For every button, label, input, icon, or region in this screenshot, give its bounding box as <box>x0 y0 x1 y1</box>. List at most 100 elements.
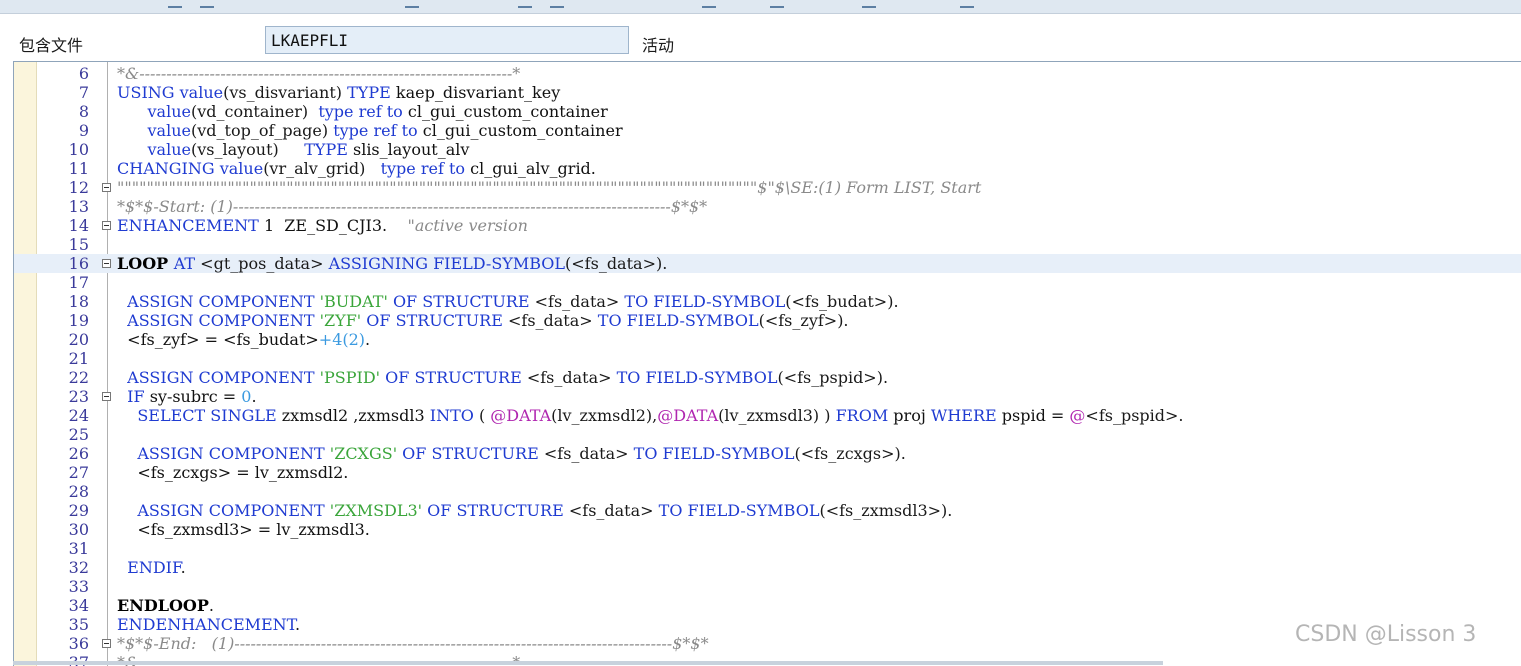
line-number: 23 <box>68 387 89 406</box>
watermark: CSDN @Lisson 3 <box>1295 622 1477 647</box>
fold-toggle-icon[interactable] <box>102 183 111 192</box>
code-text: *$*$-Start: (1)-------------------------… <box>117 197 708 216</box>
code-line[interactable]: 11 CHANGING value(vr_alv_grid) type ref t… <box>14 159 1521 178</box>
code-line[interactable]: 32 ENDIF. <box>14 558 1521 577</box>
code-line[interactable]: 28 <box>14 482 1521 501</box>
line-number: 36 <box>68 634 89 653</box>
code-line[interactable]: 29 ASSIGN COMPONENT 'ZXMSDL3' OF STRUCTU… <box>14 501 1521 520</box>
line-number: 16 <box>68 254 89 273</box>
line-number: 15 <box>68 235 89 254</box>
line-number: 8 <box>78 102 89 121</box>
line-number: 27 <box>68 463 89 482</box>
code-text: value(vs_layout) TYPE slis_layout_alv <box>147 140 470 159</box>
code-line[interactable]: 25 <box>14 425 1521 444</box>
code-line[interactable]: 14 ENHANCEMENT 1 ZE_SD_CJI3. "active vers… <box>14 216 1521 235</box>
code-line[interactable]: 18 ASSIGN COMPONENT 'BUDAT' OF STRUCTURE… <box>14 292 1521 311</box>
code-line[interactable]: 21 <box>14 349 1521 368</box>
code-line[interactable]: 31 <box>14 539 1521 558</box>
code-text: <fs_zyf> = <fs_budat>+4(2). <box>117 330 371 349</box>
code-line[interactable]: 15 <box>14 235 1521 254</box>
line-number: 7 <box>78 83 89 102</box>
line-number: 9 <box>78 121 89 140</box>
line-number: 22 <box>68 368 89 387</box>
line-number: 17 <box>68 273 89 292</box>
line-number: 25 <box>68 425 89 444</box>
code-text: ENDENHANCEMENT. <box>117 615 301 634</box>
code-text: value(vd_container) type ref to cl_gui_c… <box>147 102 608 121</box>
line-number: 28 <box>68 482 89 501</box>
toolbar-button-icon[interactable] <box>770 0 784 8</box>
code-line[interactable]: 17 <box>14 273 1521 292</box>
code-line[interactable]: 24 SELECT SINGLE zxmsdl2 ,zxmsdl3 INTO (… <box>14 406 1521 425</box>
abap-code-editor[interactable]: 6 *&-------------------------------------… <box>13 61 1521 666</box>
toolbar-button-icon[interactable] <box>862 0 876 8</box>
code-text: ASSIGN COMPONENT 'ZXMSDL3' OF STRUCTURE … <box>137 501 953 520</box>
code-text: ENDLOOP. <box>117 596 214 615</box>
code-line[interactable]: 23 IF sy-subrc = 0. <box>14 387 1521 406</box>
horizontal-scrollbar[interactable] <box>13 661 1163 665</box>
toolbar-button-icon[interactable] <box>405 0 419 8</box>
code-line[interactable]: 9 value(vd_top_of_page) type ref to cl_g… <box>14 121 1521 140</box>
code-line[interactable]: 22 ASSIGN COMPONENT 'PSPID' OF STRUCTURE… <box>14 368 1521 387</box>
line-number: 21 <box>68 349 89 368</box>
code-line[interactable]: 27 <fs_zcxgs> = lv_zxmsdl2. <box>14 463 1521 482</box>
line-number: 33 <box>68 577 89 596</box>
include-label: 包含文件 <box>19 36 84 55</box>
code-line[interactable]: 16 LOOP AT <gt_pos_data> ASSIGNING FIELD-… <box>14 254 1521 273</box>
code-text: *$*$-End: (1)---------------------------… <box>117 634 709 653</box>
code-text: ASSIGN COMPONENT 'ZCXGS' OF STRUCTURE <f… <box>137 444 906 463</box>
fold-toggle-icon[interactable] <box>102 221 111 230</box>
code-text: """"""""""""""""""""""""""""""""""""""""… <box>117 178 982 197</box>
code-line[interactable]: 34 ENDLOOP. <box>14 596 1521 615</box>
code-text: <fs_zxmsdl3> = lv_zxmsdl3. <box>117 520 370 539</box>
line-number: 12 <box>68 178 89 197</box>
line-number: 14 <box>68 216 89 235</box>
code-text: ENHANCEMENT 1 ZE_SD_CJI3. "active versio… <box>117 216 528 235</box>
code-line[interactable]: 30 <fs_zxmsdl3> = lv_zxmsdl3. <box>14 520 1521 539</box>
line-number: 34 <box>68 596 89 615</box>
toolbar-button-icon[interactable] <box>518 0 532 8</box>
toolbar-button-icon[interactable] <box>168 0 182 8</box>
line-number: 10 <box>68 140 89 159</box>
code-line[interactable]: 33 <box>14 577 1521 596</box>
application-toolbar <box>0 0 1521 14</box>
toolbar-button-icon[interactable] <box>960 0 974 8</box>
code-text: <fs_zcxgs> = lv_zxmsdl2. <box>117 463 349 482</box>
line-number: 35 <box>68 615 89 634</box>
line-number: 13 <box>68 197 89 216</box>
line-number: 31 <box>68 539 89 558</box>
fold-toggle-icon[interactable] <box>102 392 111 401</box>
line-number: 6 <box>78 64 89 83</box>
toolbar-button-icon[interactable] <box>550 0 564 8</box>
code-line[interactable]: 26 ASSIGN COMPONENT 'ZCXGS' OF STRUCTURE… <box>14 444 1521 463</box>
code-line[interactable]: 20 <fs_zyf> = <fs_budat>+4(2). <box>14 330 1521 349</box>
code-text: USING value(vs_disvariant) TYPE kaep_dis… <box>117 83 561 102</box>
line-number: 30 <box>68 520 89 539</box>
toolbar-button-icon[interactable] <box>200 0 214 8</box>
line-number: 29 <box>68 501 89 520</box>
line-number: 19 <box>68 311 89 330</box>
fold-toggle-icon[interactable] <box>102 639 111 648</box>
code-text: value(vd_top_of_page) type ref to cl_gui… <box>147 121 623 140</box>
code-text: CHANGING value(vr_alv_grid) type ref to … <box>117 159 596 178</box>
code-text: ASSIGN COMPONENT 'ZYF' OF STRUCTURE <fs_… <box>127 311 849 330</box>
code-line[interactable]: 12 """"""""""""""""""""""""""""""""""""""… <box>14 178 1521 197</box>
line-number: 32 <box>68 558 89 577</box>
code-text: ASSIGN COMPONENT 'BUDAT' OF STRUCTURE <f… <box>127 292 899 311</box>
code-line[interactable]: 10 value(vs_layout) TYPE slis_layout_alv <box>14 140 1521 159</box>
include-header <box>0 14 1521 61</box>
fold-toggle-icon[interactable] <box>102 259 111 268</box>
include-status: 活动 <box>642 36 675 55</box>
code-text: LOOP AT <gt_pos_data> ASSIGNING FIELD-SY… <box>117 254 668 273</box>
line-number: 11 <box>68 159 89 178</box>
include-name-field[interactable]: LKAEPFLI <box>265 26 629 54</box>
code-line[interactable]: 8 value(vd_container) type ref to cl_gui… <box>14 102 1521 121</box>
code-line[interactable]: 7 USING value(vs_disvariant) TYPE kaep_di… <box>14 83 1521 102</box>
line-number: 24 <box>68 406 89 425</box>
code-line[interactable]: 19 ASSIGN COMPONENT 'ZYF' OF STRUCTURE <… <box>14 311 1521 330</box>
line-number: 20 <box>68 330 89 349</box>
toolbar-button-icon[interactable] <box>702 0 716 8</box>
code-line[interactable]: 6 *&-------------------------------------… <box>14 64 1521 83</box>
line-number: 26 <box>68 444 89 463</box>
code-line[interactable]: 13 *$*$-Start: (1)-----------------------… <box>14 197 1521 216</box>
